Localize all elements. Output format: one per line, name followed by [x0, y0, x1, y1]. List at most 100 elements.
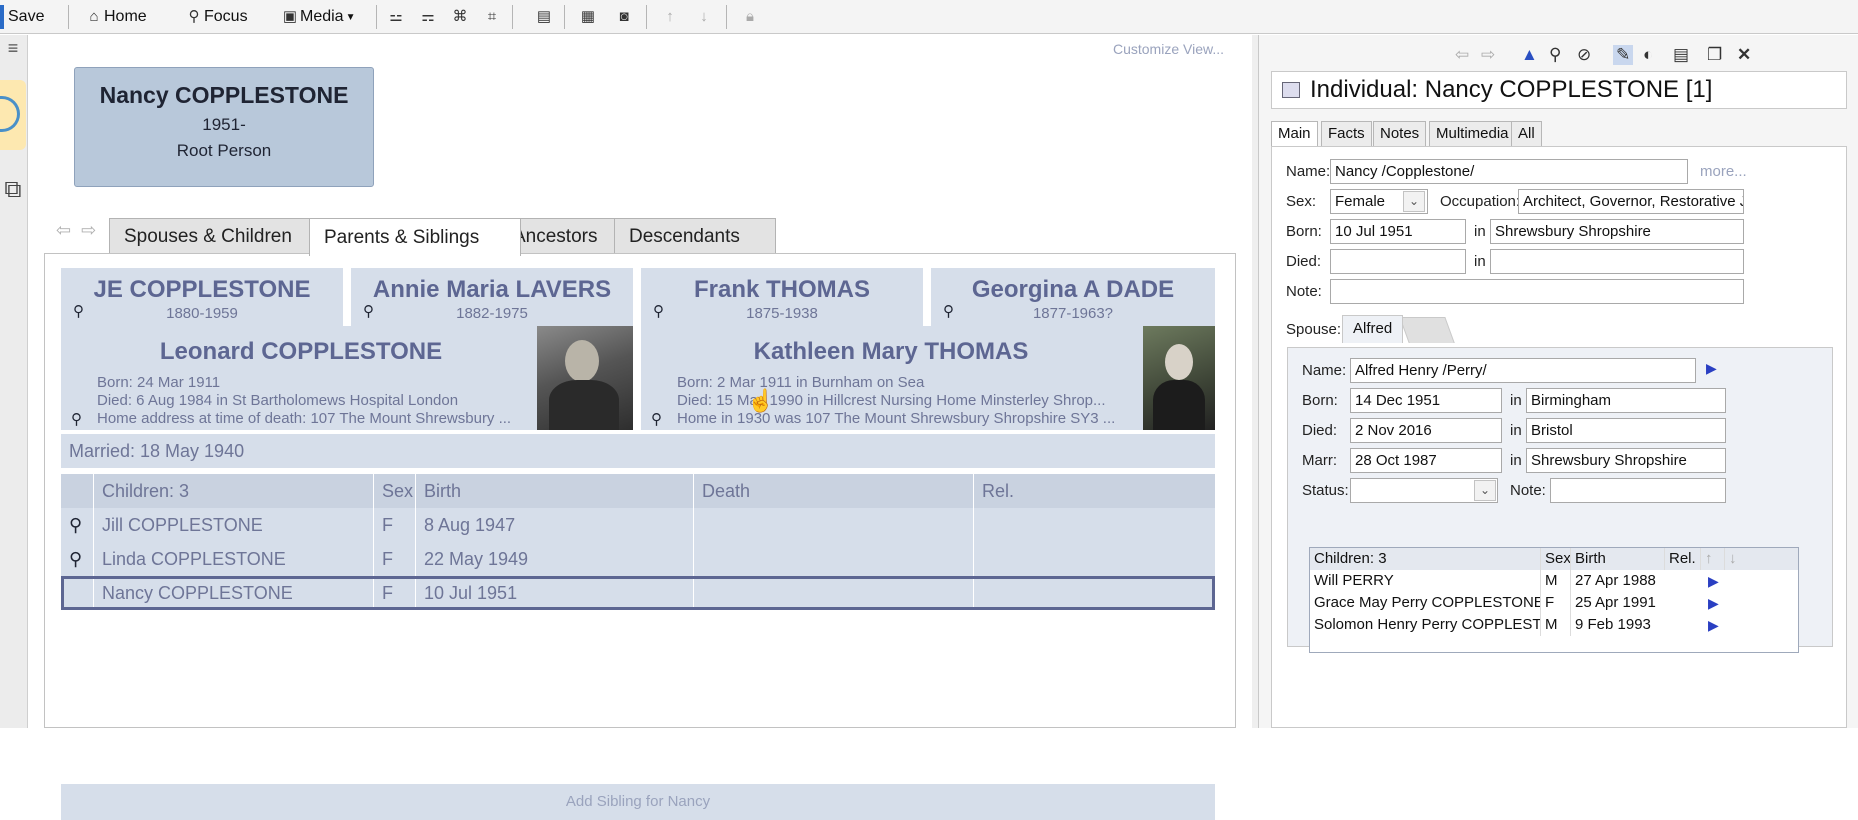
globe-icon[interactable]: ◐	[1643, 45, 1653, 65]
spouse-died-date-field[interactable]: 2 Nov 2016	[1350, 418, 1502, 443]
header-cell[interactable]: Sex	[1540, 548, 1570, 570]
occupation-field[interactable]: Architect, Governor, Restorative Justi	[1518, 189, 1744, 214]
tab-notes[interactable]: Notes	[1373, 121, 1427, 147]
magnifier-icon[interactable]: ⚲	[943, 302, 954, 320]
grandparent-card[interactable]: Georgina A DADE 1877-1963? ⚲	[931, 268, 1215, 332]
header-cell[interactable]: Rel.	[973, 474, 1035, 508]
focus-window-tab[interactable]	[0, 80, 26, 150]
table-row[interactable]: Grace May Perry COPPLESTONE F 25 Apr 199…	[1310, 592, 1798, 614]
mother-photo[interactable]	[1143, 326, 1215, 430]
tab-descendants[interactable]: Descendants	[614, 218, 776, 254]
pages-icon[interactable]: ⧉	[0, 176, 26, 226]
magnifier-icon[interactable]: ⚲	[61, 542, 93, 576]
tab-label: Spouses & Children	[124, 225, 292, 247]
edit-icon[interactable]: ✎	[1613, 45, 1634, 65]
spouse-tab[interactable]: Alfred	[1342, 315, 1404, 343]
go-to-child-icon[interactable]: ▶	[1708, 573, 1719, 590]
chevron-down-icon[interactable]: ⌄	[1403, 191, 1425, 212]
chart-view-button[interactable]: ⚎	[418, 0, 438, 34]
spouse-born-place-field[interactable]: Birmingham	[1526, 388, 1726, 413]
table-row[interactable]: Solomon Henry Perry COPPLESTONE M 9 Feb …	[1310, 614, 1798, 636]
header-cell[interactable]: Children: 3	[1310, 548, 1540, 570]
spouse-note-field[interactable]	[1550, 478, 1726, 503]
more-link[interactable]: more...	[1700, 163, 1747, 180]
customize-view-link[interactable]: Customize View...	[1113, 41, 1224, 57]
chevron-down-icon[interactable]: ⌄	[1474, 480, 1496, 501]
died-place-field[interactable]	[1490, 249, 1744, 274]
menu-icon[interactable]: ≡	[0, 38, 26, 64]
grandparent-card[interactable]: Annie Maria LAVERS 1882-1975 ⚲	[351, 268, 633, 332]
chart-view-button[interactable]: ⚍	[386, 0, 406, 34]
grandparent-card[interactable]: Frank THOMAS 1875-1938 ⚲	[641, 268, 923, 332]
in-label: in	[1474, 223, 1486, 240]
tab-multimedia[interactable]: Multimedia	[1429, 121, 1516, 147]
back-arrow-icon[interactable]: ⇦	[1455, 45, 1469, 65]
chart-view-button[interactable]: ⌘	[450, 0, 470, 34]
spouse-born-date-field[interactable]: 14 Dec 1951	[1350, 388, 1502, 413]
tab-facts[interactable]: Facts	[1321, 121, 1372, 147]
table-row-selected[interactable]: Nancy COPPLESTONE F 10 Jul 1951	[61, 576, 1215, 610]
marriage-place-field[interactable]: Shrewsbury Shropshire	[1526, 448, 1726, 473]
magnifier-icon[interactable]: ⚲	[1549, 45, 1561, 65]
grandparent-card[interactable]: JE COPPLESTONE 1880-1959 ⚲	[61, 268, 343, 332]
header-cell[interactable]: Birth	[1570, 548, 1664, 570]
go-to-spouse-icon[interactable]: ▶	[1706, 360, 1717, 377]
note-field[interactable]	[1330, 279, 1744, 304]
go-to-child-icon[interactable]: ▶	[1708, 617, 1719, 634]
tab-parents-siblings[interactable]: Parents & Siblings	[309, 218, 521, 256]
restore-window-icon[interactable]: ❐	[1707, 45, 1722, 65]
go-to-child-icon[interactable]: ▶	[1708, 595, 1719, 612]
triangle-icon[interactable]: ▲	[1521, 45, 1538, 65]
lock-button[interactable]: 🔒︎	[740, 0, 760, 34]
magnifier-icon[interactable]: ⚲	[71, 410, 82, 428]
no-person-icon[interactable]: ⊘	[1577, 45, 1591, 65]
forward-arrow-icon[interactable]: ⇨	[1481, 45, 1495, 65]
magnifier-icon[interactable]: ⚲	[651, 410, 662, 428]
died-date-field[interactable]	[1330, 249, 1466, 274]
tab-all[interactable]: All	[1511, 121, 1542, 147]
header-cell[interactable]: Children: 3	[93, 474, 373, 508]
move-down-button[interactable]: ↓	[694, 0, 714, 34]
edit-title-box: Individual: Nancy COPPLESTONE [1]	[1271, 71, 1847, 109]
save-button[interactable]: Save	[8, 0, 44, 34]
born-date-field[interactable]: 10 Jul 1951	[1330, 219, 1466, 244]
born-place-field[interactable]: Shrewsbury Shropshire	[1490, 219, 1744, 244]
magnifier-icon[interactable]: ⚲	[653, 302, 664, 320]
father-photo[interactable]	[537, 326, 633, 430]
marriage-date-field[interactable]: 28 Oct 1987	[1350, 448, 1502, 473]
tab-spouses-children[interactable]: Spouses & Children	[109, 218, 323, 254]
magnifier-icon[interactable]: ⚲	[363, 302, 374, 320]
properties-button[interactable]: ▦	[578, 0, 598, 34]
arrow-down-icon[interactable]: ↓	[1724, 548, 1748, 570]
name-field[interactable]: Nancy /Copplestone/	[1330, 159, 1688, 184]
move-up-button[interactable]: ↑	[660, 0, 680, 34]
magnifier-icon[interactable]: ⚲	[61, 508, 93, 542]
back-arrow-icon[interactable]: ⇦	[56, 220, 71, 240]
header-cell[interactable]: Rel.	[1664, 548, 1700, 570]
chart-view-button[interactable]: ⌗	[482, 0, 502, 34]
root-person-card[interactable]: Nancy COPPLESTONE 1951- Root Person	[74, 67, 374, 187]
header-cell[interactable]: Birth	[415, 474, 693, 508]
magnifier-icon[interactable]: ⚲	[73, 302, 84, 320]
tab-main[interactable]: Main	[1271, 121, 1318, 149]
header-cell[interactable]: Sex	[373, 474, 415, 508]
arrow-up-icon[interactable]: ↑	[1700, 548, 1724, 570]
forward-arrow-icon[interactable]: ⇨	[81, 220, 96, 240]
table-row[interactable]: Will PERRY M 27 Apr 1988 ▶	[1310, 570, 1798, 592]
spouse-name-field[interactable]: Alfred Henry /Perry/	[1350, 358, 1696, 383]
table-row[interactable]: ⚲ Linda COPPLESTONE F 22 May 1949	[61, 542, 1215, 576]
report-button[interactable]: ▤	[534, 0, 554, 34]
media-button[interactable]: ▣ Media ▼	[280, 0, 356, 34]
spouse-died-place-field[interactable]: Bristol	[1526, 418, 1726, 443]
header-cell[interactable]: Death	[693, 474, 973, 508]
home-button[interactable]: ⌂ Home	[84, 0, 146, 34]
new-spouse-tab[interactable]	[1399, 317, 1455, 343]
mother-card[interactable]: Kathleen Mary THOMAS Born: 2 Mar 1911 in…	[641, 326, 1215, 430]
close-icon[interactable]: ✕	[1737, 45, 1751, 65]
report-icon[interactable]: ▤	[1673, 45, 1689, 65]
focus-button[interactable]: ⚲ Focus	[184, 0, 248, 34]
find-button[interactable]: ◙	[614, 0, 634, 34]
add-sibling-button[interactable]: Add Sibling for Nancy	[61, 784, 1215, 820]
father-card[interactable]: Leonard COPPLESTONE Born: 24 Mar 1911 Di…	[61, 326, 633, 430]
table-row[interactable]: ⚲ Jill COPPLESTONE F 8 Aug 1947	[61, 508, 1215, 542]
